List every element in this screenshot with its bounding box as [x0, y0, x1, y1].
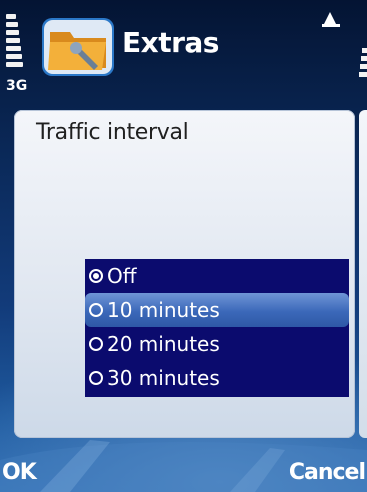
option-30-minutes[interactable]: 30 minutes [85, 361, 349, 395]
app-title: Extras [122, 26, 219, 59]
folder-tools-icon [42, 18, 114, 76]
option-label: 20 minutes [107, 332, 220, 356]
radio-unchecked-icon [89, 370, 103, 385]
option-off[interactable]: Off [85, 259, 349, 293]
option-label: 10 minutes [107, 298, 220, 322]
background-panel-edge [359, 110, 367, 438]
cancel-softkey[interactable]: Cancel [289, 460, 366, 485]
ok-softkey[interactable]: OK [2, 460, 37, 485]
phone-screen: 3G Extras Traffic interval Off 10 minute… [0, 0, 367, 492]
radio-checked-icon [89, 268, 103, 283]
battery-icon [358, 48, 367, 82]
network-type-label: 3G [6, 78, 28, 94]
signal-strength-icon [6, 14, 24, 76]
option-list: Off 10 minutes 20 minutes 30 minutes [85, 259, 349, 397]
signal-indicator-icon [322, 12, 340, 27]
radio-unchecked-icon [89, 302, 103, 317]
dialog-heading: Traffic interval [36, 120, 189, 145]
option-label: 30 minutes [107, 366, 220, 390]
option-label: Off [107, 264, 137, 288]
option-10-minutes[interactable]: 10 minutes [85, 293, 349, 327]
option-20-minutes[interactable]: 20 minutes [85, 327, 349, 361]
softkey-bar: OK Cancel [0, 460, 367, 492]
radio-unchecked-icon [89, 336, 103, 351]
